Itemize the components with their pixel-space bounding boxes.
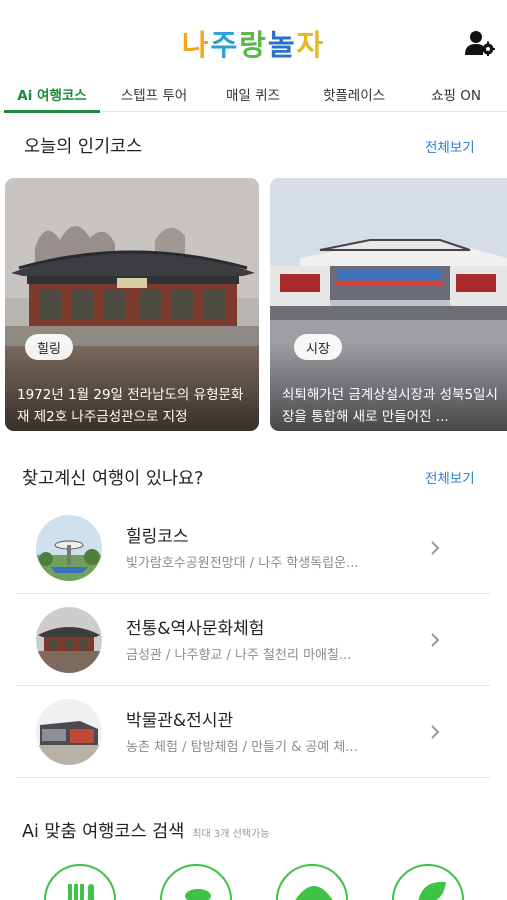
chevron-right-icon <box>431 633 440 647</box>
list-item-title: 힐링코스 <box>126 527 189 547</box>
logo-char: 나 <box>181 28 211 62</box>
list-item[interactable]: 전통&역사문화체험 금성관 / 나주향교 / 나주 철천리 마애칠... <box>16 594 490 686</box>
logo-char: 주 <box>210 28 240 62</box>
category-food-button[interactable] <box>44 864 116 900</box>
category-walk-button[interactable] <box>160 864 232 900</box>
tab-stamp-tour[interactable]: 스텝프 투어 <box>104 76 204 112</box>
list-item-title: 전통&역사문화체험 <box>126 619 265 639</box>
list-item-title: 박물관&전시관 <box>126 711 234 731</box>
category-outdoor-button[interactable] <box>276 864 348 900</box>
user-settings-button[interactable] <box>465 30 495 57</box>
logo-char: 놀 <box>267 28 297 62</box>
course-card[interactable]: 시장 쇠퇴해가던 금계상설시장과 성북5일시장을 통합해 새로 만들어진 ... <box>270 178 507 431</box>
footprint-icon <box>185 889 211 900</box>
hanok-thumbnail <box>36 607 102 673</box>
ai-search-hint: 최대 3개 선택가능 <box>192 829 270 840</box>
course-card[interactable]: 힐링 1972년 1월 29일 전라남도의 유형문화재 제2호 나주금성관으로 … <box>5 178 259 431</box>
top-tab-bar: Ai 여행코스 스텝프 투어 매일 퀴즈 핫플레이스 쇼핑 ON <box>0 76 507 113</box>
observatory-thumbnail <box>36 515 102 581</box>
tab-ai-course[interactable]: Ai 여행코스 <box>0 76 104 113</box>
list-item[interactable]: 힐링코스 빛가람호수공원전망대 / 나주 학생독립운... <box>16 502 490 594</box>
tab-daily-quiz[interactable]: 매일 퀴즈 <box>204 76 302 112</box>
ai-search-section-title: Ai 맞춤 여행코스 검색 최대 3개 선택가능 <box>22 818 269 843</box>
list-item-subtitle: 농촌 체험 / 탐방체험 / 만들기 & 공예 체... <box>126 740 358 755</box>
popular-section-title: 오늘의 인기코스 <box>24 137 143 157</box>
card-description: 1972년 1월 29일 전라남도의 유형문화재 제2호 나주금성관으로 지정 <box>17 387 244 425</box>
chevron-right-icon <box>431 725 440 739</box>
category-nature-button[interactable] <box>392 864 464 900</box>
museum-thumbnail <box>36 699 102 765</box>
tab-hot-place[interactable]: 핫플레이스 <box>302 76 406 112</box>
category-badge: 시장 <box>294 334 342 360</box>
logo-char: 자 <box>296 28 326 62</box>
search-section-title: 찾고계신 여행이 있나요? <box>22 469 204 489</box>
chevron-right-icon <box>431 541 440 555</box>
ai-search-title: Ai 맞춤 여행코스 검색 <box>22 822 185 842</box>
logo-char: 랑 <box>239 28 268 62</box>
food-icon <box>68 884 94 900</box>
app-header: 나주랑놀자 <box>0 0 507 80</box>
tab-shopping-on[interactable]: 쇼핑 ON <box>406 76 506 112</box>
leaf-icon <box>418 881 446 900</box>
category-badge: 힐링 <box>25 334 73 360</box>
card-description: 쇠퇴해가던 금계상설시장과 성북5일시장을 통합해 새로 만들어진 ... <box>282 387 498 425</box>
user-settings-icon <box>465 31 495 57</box>
list-item-subtitle: 빛가람호수공원전망대 / 나주 학생독립운... <box>126 556 359 571</box>
app-logo: 나주랑놀자 <box>0 22 507 64</box>
list-item[interactable]: 박물관&전시관 농촌 체험 / 탐방체험 / 만들기 & 공예 체... <box>16 686 490 778</box>
popular-see-all-link[interactable]: 전체보기 <box>425 136 475 156</box>
search-see-all-link[interactable]: 전체보기 <box>425 467 475 487</box>
umbrella-icon <box>295 886 333 900</box>
list-item-subtitle: 금성관 / 나주향교 / 나주 철천리 마애칠... <box>126 648 352 663</box>
